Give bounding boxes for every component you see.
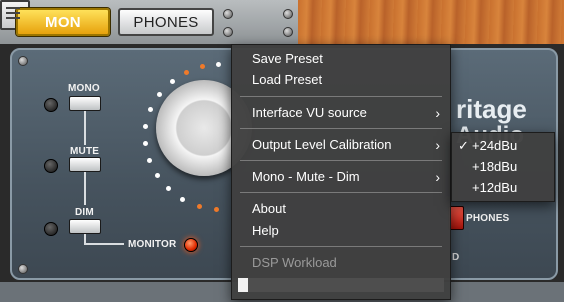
menu-item-output-level-calibration[interactable]: Output Level Calibration › <box>252 135 440 155</box>
checkmark-icon: ✓ <box>458 138 469 153</box>
mute-switch[interactable] <box>69 157 101 172</box>
menu-separator <box>240 128 442 129</box>
screw-icon <box>223 9 233 19</box>
top-toolbar: MON PHONES <box>0 0 564 44</box>
mute-led <box>44 159 58 173</box>
phones-panel-label: PHONES <box>466 213 510 224</box>
submenu-item-24dbu[interactable]: ✓ +24dBu <box>458 136 548 156</box>
menu-separator <box>240 160 442 161</box>
monitor-led <box>184 238 198 252</box>
screw-icon <box>223 27 233 37</box>
options-menu: Save Preset Load Preset Interface VU sou… <box>231 44 451 300</box>
dsp-workload-fill <box>238 278 248 292</box>
dim-label: DIM <box>75 207 94 218</box>
chevron-right-icon: › <box>435 137 440 153</box>
mono-led <box>44 98 58 112</box>
menu-item-interface-vu-source[interactable]: Interface VU source › <box>252 103 440 123</box>
menu-item-about[interactable]: About <box>252 199 440 219</box>
menu-item-load-preset[interactable]: Load Preset <box>252 70 440 90</box>
submenu-item-12dbu[interactable]: +12dBu <box>458 178 548 198</box>
menu-separator <box>240 96 442 97</box>
mono-label: MONO <box>68 83 100 94</box>
menu-separator <box>240 246 442 247</box>
hamburger-icon <box>6 7 20 9</box>
dsp-workload-meter <box>238 278 444 292</box>
calibration-submenu: ✓ +24dBu +18dBu +12dBu <box>451 132 555 202</box>
screw-icon <box>18 56 28 66</box>
chevron-right-icon: › <box>435 169 440 185</box>
dim-switch[interactable] <box>69 219 101 234</box>
menu-item-save-preset[interactable]: Save Preset <box>252 49 440 69</box>
monitor-label: MONITOR <box>128 239 177 250</box>
screw-icon <box>18 264 28 274</box>
submenu-item-18dbu[interactable]: +18dBu <box>458 157 548 177</box>
menu-item-mono-mute-dim[interactable]: Mono - Mute - Dim › <box>252 167 440 187</box>
wood-panel <box>298 0 564 44</box>
dim-led <box>44 222 58 236</box>
phones-button[interactable]: PHONES <box>118 8 214 36</box>
mute-label: MUTE <box>70 146 100 157</box>
brand-text: ritage <box>456 94 527 124</box>
screw-icon <box>283 9 293 19</box>
mono-switch[interactable] <box>69 96 101 111</box>
menu-separator <box>240 192 442 193</box>
menu-item-help[interactable]: Help <box>252 221 440 241</box>
panel-partial-text: D <box>452 252 460 263</box>
screw-icon <box>283 27 293 37</box>
mon-button[interactable]: MON <box>16 8 110 36</box>
menu-item-dsp-workload: DSP Workload <box>252 255 337 270</box>
chevron-right-icon: › <box>435 105 440 121</box>
